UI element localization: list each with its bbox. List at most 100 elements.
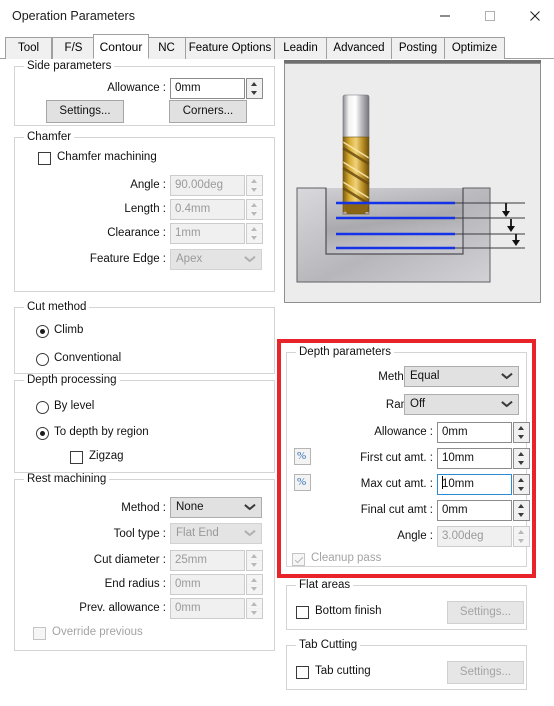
chamfer-length-spinner[interactable] <box>246 199 263 220</box>
tab-contour[interactable]: Contour <box>93 34 149 59</box>
depth-final-cut-spinner[interactable] <box>513 500 530 521</box>
spinner-down-icon[interactable] <box>514 433 529 442</box>
spinner-up-icon[interactable] <box>247 200 262 209</box>
chamfer-angle-spinner[interactable] <box>246 175 263 196</box>
tab-strip: Tool F/S Contour NC Feature Options Lead… <box>0 33 554 59</box>
depth-first-cut-spinner[interactable] <box>513 448 530 469</box>
depth-angle-spinner[interactable] <box>513 526 530 547</box>
rest-tool-type-label: Tool type : <box>113 528 166 540</box>
depth-final-cut-input[interactable]: 0mm <box>437 500 512 521</box>
tab-advanced[interactable]: Advanced <box>326 37 392 59</box>
spinner-up-icon[interactable] <box>247 176 262 185</box>
maximize-icon <box>484 10 495 21</box>
tab-leadin[interactable]: Leadin <box>274 37 327 59</box>
radio-circle-icon <box>36 401 49 414</box>
tab-nc[interactable]: NC <box>147 37 186 59</box>
rest-end-radius-spinner[interactable] <box>246 574 263 595</box>
spinner-up-icon[interactable] <box>247 599 262 608</box>
spinner-up-icon[interactable] <box>514 501 529 510</box>
close-button[interactable] <box>512 0 554 31</box>
first-cut-percent-button[interactable]: % <box>294 448 311 465</box>
rest-cut-diameter-spinner[interactable] <box>246 550 263 571</box>
checkbox-box-icon <box>296 666 309 679</box>
tab-posting[interactable]: Posting <box>391 37 445 59</box>
side-allowance-input[interactable]: 0mm <box>170 78 245 99</box>
spinner-down-icon[interactable] <box>247 186 262 195</box>
contour-depth-preview <box>284 63 541 303</box>
spinner-up-icon[interactable] <box>247 224 262 233</box>
checkbox-box-icon <box>33 627 46 640</box>
checkbox-box-icon <box>38 152 51 165</box>
tab-cutting-title: Tab Cutting <box>296 639 361 651</box>
rest-prev-allowance-input[interactable]: 0mm <box>170 598 245 619</box>
depth-max-cut-spinner[interactable] <box>513 474 530 495</box>
depth-processing-title: Depth processing <box>24 374 120 386</box>
chamfer-length-input[interactable]: 0.4mm <box>170 199 245 220</box>
depth-first-cut-input[interactable]: 10mm <box>437 448 512 469</box>
depth-method-select[interactable]: Equal <box>404 366 519 387</box>
radio-circle-icon <box>36 427 49 440</box>
side-allowance-spinner[interactable] <box>246 78 263 99</box>
chamfer-feature-edge-label: Feature Edge : <box>89 253 166 265</box>
spinner-down-icon[interactable] <box>247 609 262 618</box>
spinner-up-icon[interactable] <box>247 551 262 560</box>
rest-end-radius-label: End radius : <box>104 578 166 590</box>
rest-cut-diameter-input[interactable]: 25mm <box>170 550 245 571</box>
tab-feature-options[interactable]: Feature Options <box>185 37 275 59</box>
max-cut-percent-button[interactable]: % <box>294 474 311 491</box>
chevron-down-icon <box>245 256 254 262</box>
chamfer-feature-edge-select[interactable]: Apex <box>170 249 262 270</box>
tab-tool[interactable]: Tool <box>5 37 52 59</box>
spinner-down-icon[interactable] <box>514 459 529 468</box>
spinner-down-icon[interactable] <box>247 89 262 98</box>
depth-max-cut-value: 10mm <box>442 478 474 490</box>
spinner-up-icon[interactable] <box>514 449 529 458</box>
depth-allowance-input[interactable]: 0mm <box>437 422 512 443</box>
rest-tool-type-select[interactable]: Flat End <box>170 523 262 544</box>
spinner-up-icon[interactable] <box>514 527 529 536</box>
override-previous-label: Override previous <box>52 626 143 638</box>
chamfer-clearance-spinner[interactable] <box>246 223 263 244</box>
chamfer-angle-input[interactable]: 90.00deg <box>170 175 245 196</box>
depth-angle-input[interactable]: 3.00deg <box>437 526 512 547</box>
tab-fs[interactable]: F/S <box>52 37 95 59</box>
depth-method-value: Equal <box>410 370 440 382</box>
depth-allowance-spinner[interactable] <box>513 422 530 443</box>
chamfer-clearance-input[interactable]: 1mm <box>170 223 245 244</box>
spinner-up-icon[interactable] <box>514 423 529 432</box>
cut-method-conventional-label: Conventional <box>54 352 122 364</box>
flat-areas-settings-button[interactable]: Settings... <box>447 601 524 624</box>
spinner-down-icon[interactable] <box>514 485 529 494</box>
tab-cutting-settings-button[interactable]: Settings... <box>447 661 524 684</box>
percent-icon: % <box>297 450 307 462</box>
side-corners-button[interactable]: Corners... <box>169 100 247 123</box>
depth-max-cut-input[interactable]: 10mm <box>437 474 512 495</box>
spinner-down-icon[interactable] <box>514 537 529 546</box>
tab-optimize[interactable]: Optimize <box>444 37 505 59</box>
side-settings-button[interactable]: Settings... <box>46 100 124 123</box>
spinner-up-icon[interactable] <box>514 475 529 484</box>
chamfer-feature-edge-value: Apex <box>176 253 203 265</box>
title-bar: Operation Parameters <box>0 0 554 33</box>
depth-allowance-label: Allowance : <box>374 426 433 438</box>
depth-ramp-select[interactable]: Off <box>404 394 519 415</box>
spinner-down-icon[interactable] <box>514 511 529 520</box>
spinner-down-icon[interactable] <box>247 561 262 570</box>
radio-circle-icon <box>36 325 49 338</box>
chamfer-title: Chamfer <box>24 131 75 143</box>
maximize-button[interactable] <box>467 0 512 31</box>
rest-method-select[interactable]: None <box>170 497 262 518</box>
minimize-button[interactable] <box>422 0 467 31</box>
side-allowance-label: Allowance : <box>107 82 166 94</box>
minimize-icon <box>439 15 450 16</box>
depth-ramp-value: Off <box>410 398 426 410</box>
spinner-down-icon[interactable] <box>247 210 262 219</box>
spinner-up-icon[interactable] <box>247 575 262 584</box>
rest-prev-allowance-spinner[interactable] <box>246 598 263 619</box>
rest-end-radius-input[interactable]: 0mm <box>170 574 245 595</box>
spinner-down-icon[interactable] <box>247 585 262 594</box>
rest-method-label: Method : <box>121 502 166 514</box>
preview-illustration <box>285 64 540 302</box>
spinner-down-icon[interactable] <box>247 234 262 243</box>
spinner-up-icon[interactable] <box>247 79 262 88</box>
